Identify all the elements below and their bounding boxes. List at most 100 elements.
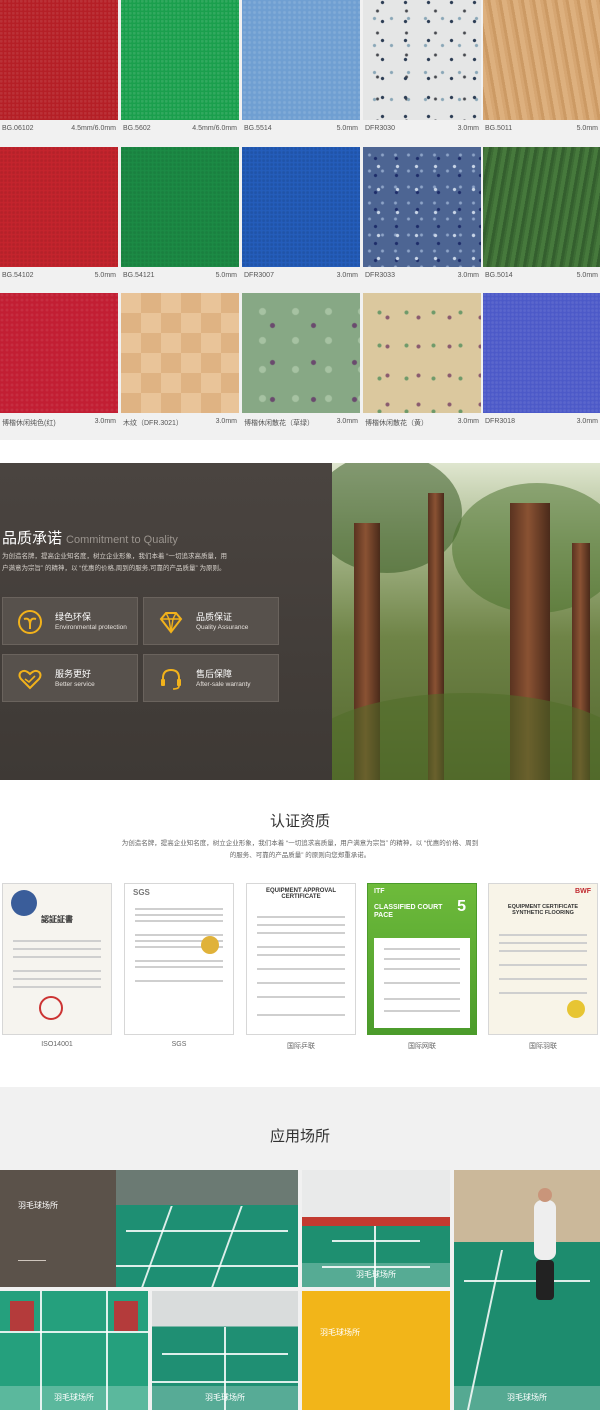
cert-sgs[interactable]: SGS SGS [124,883,234,1053]
swatch-thickness: 5.0mm [576,272,598,279]
quality-title-cn: 品质承诺 [2,530,63,547]
swatch-code: DFR3007 [244,272,274,279]
cert-ittf[interactable]: EQUIPMENT APPROVAL CERTIFICATE 国际乒联 [246,883,356,1053]
swatch-item[interactable]: 博楷休闲纯色(红) 3.0mm [0,293,118,438]
swatch-item[interactable]: 木纹（DFR.3021） 3.0mm [121,293,239,438]
card-title: 绿色环保 [55,612,92,622]
card-subtitle: Quality Assurance [196,624,249,631]
cert-label: 国际乒联 [287,1043,315,1050]
application-label: 羽毛球场所 [454,1386,600,1410]
swatch-code: BG.5014 [485,272,513,279]
swatch-image [121,147,239,267]
certificate-image: 認証証書 [2,883,112,1035]
certificate-image: EQUIPMENT APPROVAL CERTIFICATE [246,883,356,1035]
cert-badge: ITF [374,888,385,895]
swatch-thickness: 5.0mm [215,272,237,279]
swatch-thickness: 5.0mm [94,272,116,279]
swatch-image [0,293,118,413]
swatch-code: BG.54102 [2,272,34,279]
swatch-item[interactable]: DFR3018 3.0mm [483,293,600,438]
cert-heading: CLASSIFIED COURT PACE [374,904,443,919]
cert-heading: EQUIPMENT CERTIFICATE SYNTHETIC FLOORING [507,904,579,916]
card-title: 售后保障 [196,669,233,679]
application-tile[interactable]: 羽毛球场所 [0,1170,116,1287]
certificate-image: BWF EQUIPMENT CERTIFICATE SYNTHETIC FLOO… [488,883,598,1035]
swatch-image [242,293,360,413]
swatch-item[interactable]: DFR3007 3.0mm [242,147,360,292]
label-underline [18,1260,46,1261]
swatch-thickness: 3.0mm [457,418,479,425]
swatch-item[interactable]: 博楷休闲散花（草绿） 3.0mm [242,293,360,438]
swatch-image [483,0,600,120]
cert-label: ISO14001 [41,1041,73,1048]
swatch-image [363,147,481,267]
application-label: 羽毛球场所 [320,1328,360,1337]
swatch-item[interactable]: 博楷休闲散花（黄） 3.0mm [363,293,481,438]
swatch-item[interactable]: DFR3033 3.0mm [363,147,481,292]
swatch-code: DFR3030 [365,125,395,132]
swatch-item[interactable]: BG.54102 5.0mm [0,147,118,292]
quality-card-assurance[interactable]: 品质保证 Quality Assurance [143,597,279,645]
swatch-thickness: 5.0mm [336,125,358,132]
swatch-code: DFR3018 [485,418,515,425]
application-image[interactable] [116,1170,298,1287]
swatch-image [242,0,360,120]
swatch-thickness: 3.0mm [215,418,237,425]
swatch-image [121,293,239,413]
swatch-thickness: 4.5mm/6.0mm [192,125,237,132]
cert-heading: SGS [133,888,150,897]
swatch-code: 博楷休闲散花（草绿） [244,420,314,427]
quality-description: 为创造名牌，提高企业知名度，树立企业形象，我们本着 “一切追求高质量，用户满意为… [2,553,227,572]
swatch-thickness: 3.0mm [94,418,116,425]
cert-label: 国际网联 [408,1043,436,1050]
swatch-code: BG.5514 [244,125,272,132]
swatch-code: DFR3033 [365,272,395,279]
cert-iso[interactable]: 認証証書 ISO14001 [2,883,112,1053]
cert-itf[interactable]: ITF CLASSIFIED COURT PACE 5 国际网联 [367,883,477,1053]
certificate-image: ITF CLASSIFIED COURT PACE 5 [367,883,477,1035]
swatch-item[interactable]: BG.5014 5.0mm [483,147,600,292]
certification-title: 认证资质 [269,813,330,830]
swatch-item[interactable]: BG.5011 5.0mm [483,0,600,145]
swatch-code: BG.5011 [485,125,513,132]
application-label: 羽毛球场所 [18,1201,58,1210]
swatch-item[interactable]: BG.5602 4.5mm/6.0mm [121,0,239,145]
card-subtitle: Environmental protection [55,624,127,631]
card-title: 品质保证 [196,612,233,622]
card-subtitle: After-sale warranty [196,681,251,688]
application-label: 羽毛球场所 [302,1263,450,1287]
quality-panel: 品质承诺 Commitment to Quality 为创造名牌，提高企业知名度，… [0,463,332,780]
swatch-item[interactable]: BG.06102 4.5mm/6.0mm [0,0,118,145]
quality-card-warranty[interactable]: 售后保障 After-sale warranty [143,654,279,702]
swatch-item[interactable]: BG.5514 5.0mm [242,0,360,145]
quality-card-service[interactable]: 服务更好 Better service [2,654,138,702]
quality-card-eco[interactable]: 绿色环保 Environmental protection [2,597,138,645]
applications-title: 应用场所 [269,1128,330,1145]
forest-image [332,463,600,780]
swatch-thickness: 3.0mm [576,418,598,425]
swatch-code: BG.06102 [2,125,34,132]
card-title: 服务更好 [55,669,92,679]
swatch-thickness: 3.0mm [336,418,358,425]
certificate-image: SGS [124,883,234,1035]
cert-number: 5 [457,898,466,915]
cert-bwf[interactable]: BWF EQUIPMENT CERTIFICATE SYNTHETIC FLOO… [488,883,598,1053]
application-tile[interactable]: 羽毛球场所 [302,1170,450,1287]
application-tile[interactable]: 羽毛球场所 [152,1291,298,1410]
swatch-item[interactable]: DFR3030 3.0mm [363,0,481,145]
swatch-code: 博楷休闲纯色(红) [2,420,56,427]
swatch-item[interactable]: BG.54121 5.0mm [121,147,239,292]
application-tile[interactable]: 羽毛球场所 [302,1291,450,1410]
swatch-thickness: 3.0mm [457,125,479,132]
cert-heading: 認証証書 [41,915,73,924]
application-tile[interactable]: 羽毛球场所 [0,1291,148,1410]
cert-label: 国际羽联 [529,1043,557,1050]
quality-section: 品质承诺 Commitment to Quality 为创造名牌，提高企业知名度，… [0,463,600,780]
swatch-image [0,147,118,267]
swatch-image [363,293,481,413]
swatch-image [483,293,600,413]
heart-icon [17,666,43,692]
application-tile[interactable]: 羽毛球场所 [454,1170,600,1410]
swatch-thickness: 5.0mm [576,125,598,132]
headset-icon [158,666,184,692]
